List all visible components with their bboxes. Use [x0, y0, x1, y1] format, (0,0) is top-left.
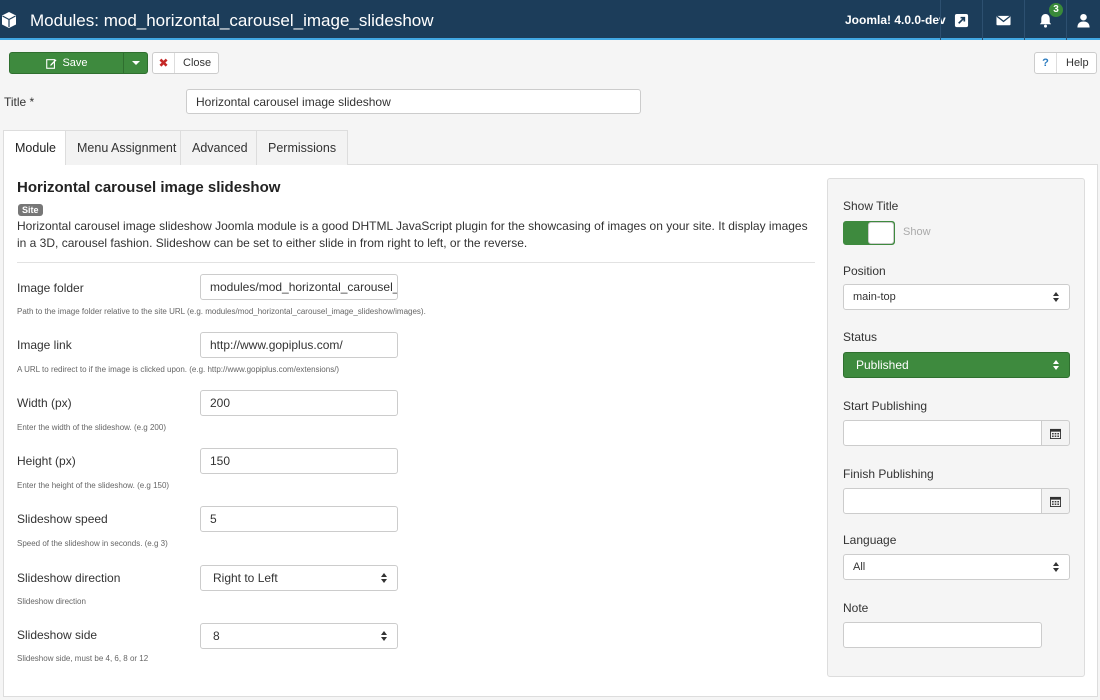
module-heading: Horizontal carousel image slideshow	[17, 179, 281, 196]
module-panel: Horizontal carousel image slideshow Site…	[3, 165, 1098, 697]
page-title: Modules: mod_horizontal_carousel_image_s…	[30, 11, 434, 30]
module-options-sidebar: Show Title Show Position main-top Status…	[827, 178, 1085, 677]
calendar-icon	[1050, 428, 1061, 439]
language-label: Language	[843, 533, 897, 547]
messages-button[interactable]	[982, 0, 1024, 40]
start-publishing-label: Start Publishing	[843, 399, 928, 413]
version-label: Joomla! 4.0.0-dev	[845, 13, 946, 27]
image-link-help: A URL to redirect to if the image is cli…	[17, 365, 340, 374]
show-title-label: Show Title	[843, 199, 899, 213]
finish-publishing-calendar-button[interactable]	[1041, 488, 1070, 514]
user-menu-button[interactable]	[1066, 0, 1100, 40]
image-folder-input[interactable]: modules/mod_horizontal_carousel_image_sl…	[200, 274, 398, 300]
notification-count-badge: 3	[1049, 3, 1063, 17]
tab-module[interactable]: Module	[3, 130, 68, 166]
height-label: Height (px)	[17, 454, 76, 468]
question-icon: ?	[1035, 53, 1057, 73]
close-icon: ✖	[153, 53, 175, 73]
title-input[interactable]	[186, 89, 641, 114]
image-link-input[interactable]: http://www.gopiplus.com/	[200, 332, 398, 358]
start-publishing-input[interactable]	[843, 420, 1042, 446]
height-help: Enter the height of the slideshow. (e.g …	[17, 481, 170, 490]
select-arrows-icon	[1053, 292, 1060, 302]
status-label: Status	[843, 330, 878, 344]
slideshow-side-help: Slideshow side, must be 4, 6, 8 or 12	[17, 654, 149, 663]
start-publishing-calendar-button[interactable]	[1041, 420, 1070, 446]
finish-publishing-input[interactable]	[843, 488, 1042, 514]
module-description: Horizontal carousel image slideshow Joom…	[17, 219, 808, 250]
select-arrows-icon	[1053, 360, 1060, 370]
tab-permissions[interactable]: Permissions	[256, 130, 349, 165]
slideshow-side-value: 8	[213, 629, 220, 643]
select-arrows-icon	[381, 631, 388, 641]
position-select[interactable]: main-top	[843, 284, 1070, 310]
finish-publishing-label: Finish Publishing	[843, 467, 934, 481]
height-input[interactable]: 150	[200, 448, 398, 474]
width-label: Width (px)	[17, 396, 72, 410]
user-icon	[1077, 13, 1090, 28]
slideshow-speed-label: Slideshow speed	[17, 512, 108, 526]
notifications-button[interactable]: 3	[1024, 0, 1066, 40]
slideshow-direction-help: Slideshow direction	[17, 597, 86, 606]
external-link-icon	[954, 13, 969, 27]
show-title-state: Show	[903, 226, 931, 238]
slideshow-direction-label: Slideshow direction	[17, 571, 121, 585]
slideshow-side-select[interactable]: 8	[200, 623, 398, 649]
slideshow-speed-help: Speed of the slideshow in seconds. (e.g …	[17, 539, 168, 548]
image-link-label: Image link	[17, 338, 72, 352]
image-folder-label: Image folder	[17, 281, 84, 295]
tab-bar: Module Menu Assignment Advanced Permissi…	[3, 130, 1098, 166]
status-select[interactable]: Published	[843, 352, 1070, 378]
status-value: Published	[856, 358, 909, 372]
envelope-icon	[996, 15, 1011, 25]
tab-advanced[interactable]: Advanced	[180, 130, 260, 165]
help-button[interactable]: ? Help	[1034, 52, 1097, 74]
image-folder-help: Path to the image folder relative to the…	[17, 307, 426, 316]
tab-menu-assignment[interactable]: Menu Assignment	[65, 130, 189, 165]
close-button[interactable]: ✖ Close	[152, 52, 219, 74]
slideshow-direction-select[interactable]: Right to Left	[200, 565, 398, 591]
save-button[interactable]: Save	[10, 53, 124, 73]
slideshow-speed-input[interactable]: 5	[200, 506, 398, 532]
position-label: Position	[843, 264, 886, 278]
position-value: main-top	[853, 291, 896, 303]
select-arrows-icon	[381, 573, 388, 583]
toggle-knob	[868, 222, 894, 244]
slideshow-direction-value: Right to Left	[213, 571, 278, 585]
edit-icon	[46, 58, 57, 69]
slideshow-side-label: Slideshow side	[17, 628, 98, 642]
calendar-icon	[1050, 496, 1061, 507]
start-publishing-field	[843, 420, 1070, 446]
note-label: Note	[843, 601, 869, 615]
show-title-toggle[interactable]	[843, 221, 895, 245]
width-input[interactable]: 200	[200, 390, 398, 416]
help-button-label: Help	[1066, 57, 1089, 69]
save-options-dropdown[interactable]	[123, 53, 147, 73]
note-input[interactable]	[843, 622, 1042, 648]
finish-publishing-field	[843, 488, 1070, 514]
site-badge: Site	[18, 204, 43, 216]
select-arrows-icon	[1053, 562, 1060, 572]
close-button-label: Close	[183, 57, 212, 69]
language-select[interactable]: All	[843, 554, 1070, 580]
language-value: All	[853, 561, 866, 573]
width-help: Enter the width of the slideshow. (e.g 2…	[17, 423, 166, 432]
admin-header: Modules: mod_horizontal_carousel_image_s…	[0, 0, 1100, 40]
view-site-button[interactable]	[940, 0, 982, 40]
divider	[17, 262, 815, 263]
save-button-group: Save	[9, 52, 148, 74]
cube-icon	[2, 12, 16, 28]
title-label: Title *	[4, 95, 35, 109]
save-button-label: Save	[62, 57, 88, 69]
